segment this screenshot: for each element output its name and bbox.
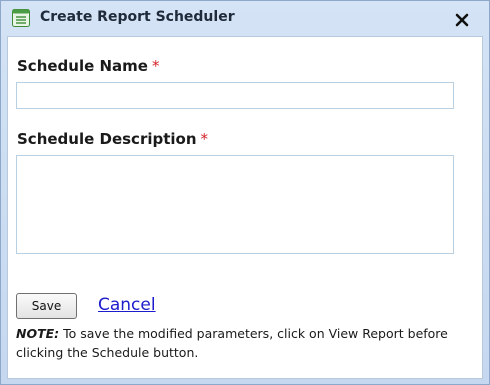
close-icon[interactable] (455, 12, 469, 27)
note-message: To save the modified parameters, click o… (16, 326, 448, 360)
report-list-icon (12, 9, 30, 27)
dialog-title: Create Report Scheduler (40, 9, 235, 25)
schedule-description-label-text: Schedule Description (17, 130, 197, 148)
schedule-name-label-text: Schedule Name (17, 57, 148, 75)
required-marker: * (200, 130, 209, 148)
required-marker: * (151, 57, 160, 75)
note-label: NOTE: (16, 326, 60, 341)
schedule-name-label: Schedule Name * (17, 57, 159, 75)
dialog-body: Schedule Name * Schedule Description * Sav… (7, 36, 483, 379)
dialog-title-bar[interactable]: Create Report Scheduler (1, 1, 489, 35)
schedule-name-input[interactable] (16, 82, 454, 109)
schedule-description-label: Schedule Description * (17, 130, 208, 148)
cancel-link[interactable]: Cancel (98, 295, 156, 315)
schedule-description-textarea[interactable] (16, 155, 454, 254)
note-text: NOTE: To save the modified parameters, c… (16, 324, 478, 362)
save-button[interactable]: Save (16, 293, 77, 319)
report-scheduler-dialog: Create Report Scheduler Schedule Name * S… (0, 0, 490, 385)
